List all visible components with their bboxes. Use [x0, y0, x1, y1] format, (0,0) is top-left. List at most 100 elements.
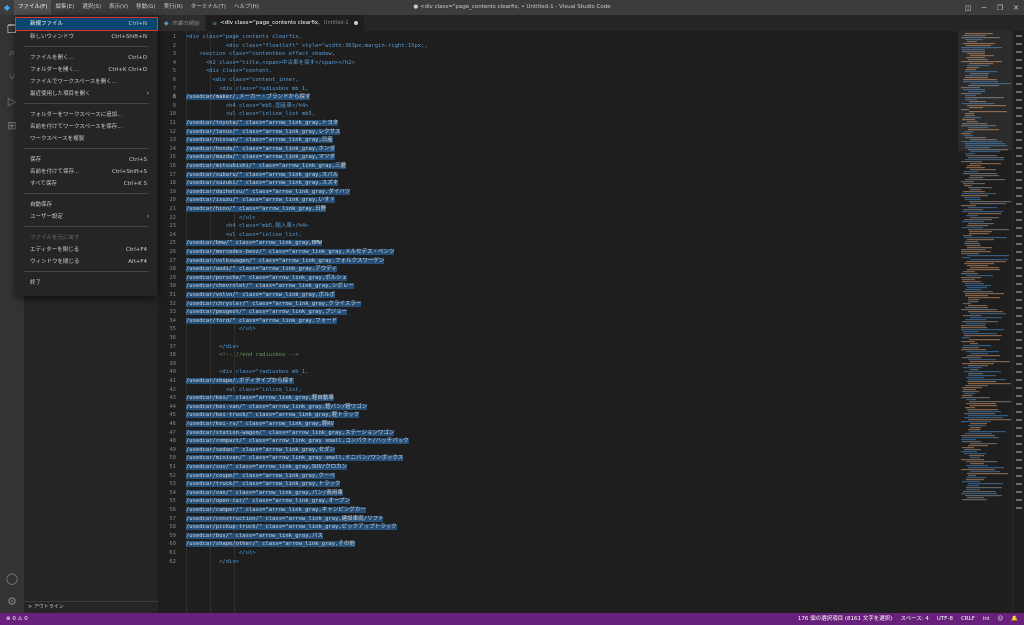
code-line[interactable]: </div> — [186, 343, 239, 352]
outline-section-header[interactable]: > アウトライン — [24, 601, 158, 613]
code-line[interactable]: /usedcar/ford/" class="arrow_link_gray,フ… — [186, 317, 338, 326]
code-line[interactable]: /usedcar/bmw/" class="arrow_link_gray,BM… — [186, 239, 322, 248]
code-line[interactable]: <h2 class="title,<span>中古車を探す</span></h2… — [186, 59, 355, 68]
code-line[interactable]: /usedcar/truck/" class="arrow_link_gray,… — [186, 480, 341, 489]
menu-item-close-window[interactable]: ウィンドウを閉じる Alt+F4 — [16, 256, 157, 268]
code-line[interactable]: /usedcar/construction/" class="arrow_lin… — [186, 515, 384, 524]
menu-item-close-editor[interactable]: エディターを閉じる Ctrl+F4 — [16, 244, 157, 256]
code-line[interactable]: /usedcar/chevrolet/" class="arrow_link_g… — [186, 282, 354, 291]
menu-item-open-workspace[interactable]: ファイルでワークスペースを開く... — [16, 76, 157, 88]
code-line[interactable]: <div class="radiusbox mb_1, — [186, 85, 308, 94]
line-ending-status[interactable]: CRLF — [961, 613, 975, 625]
menu-item-new-file[interactable]: 新規ファイル Ctrl+N — [15, 17, 158, 31]
code-line[interactable]: <ul class="inline_list mb5, — [186, 110, 315, 119]
code-editor[interactable]: 1 <div class="page_contents clearfix, 2 <d… — [158, 31, 958, 613]
code-line[interactable]: /usedcar/open-car/" class="arrow_link_gr… — [186, 497, 351, 506]
code-line[interactable]: /usedcar/kei-rv/" class="arrow_link_gray… — [186, 420, 334, 429]
code-line[interactable]: /usedcar/shape/other/" class="arrow_link… — [186, 540, 355, 549]
code-line[interactable]: /usedcar/van/" class="arrow_link_gray,バン… — [186, 489, 343, 498]
code-line[interactable]: <!-- //end radiusbox --> — [186, 351, 298, 360]
code-line[interactable]: /usedcar/camper/" class="arrow_link_gray… — [186, 506, 366, 515]
menu-view[interactable]: 表示(V) — [105, 0, 132, 15]
problems-indicator[interactable]: ⊗ 0 ⚠ 0 — [6, 613, 28, 625]
minimize-button[interactable]: ─ — [976, 0, 992, 15]
code-line[interactable]: /usedcar/compact/" class="arrow_link_gra… — [186, 437, 409, 446]
code-line[interactable]: /usedcar/mercedes-benz/" class="arrow_li… — [186, 248, 395, 257]
code-line[interactable]: /usedcar/isuzu/" class="arrow_link_gray,… — [186, 196, 335, 205]
code-line[interactable]: <div class="radiusbox mb_1, — [186, 368, 308, 377]
account-icon[interactable]: ◯ — [0, 566, 24, 590]
menu-item-new-window[interactable]: 新しいウィンドウ Ctrl+Shift+N — [16, 31, 157, 43]
code-line[interactable]: </ul> — [186, 214, 256, 223]
code-line[interactable]: /usedcar/suv/" class="arrow_link_gray,SU… — [186, 463, 348, 472]
menu-go[interactable]: 移動(G) — [132, 0, 160, 15]
menu-file[interactable]: ファイル(F) — [14, 0, 52, 15]
menu-item-add-folder[interactable]: フォルダーをワークスペースに追加... — [16, 109, 157, 121]
minimap[interactable] — [958, 31, 1012, 613]
language-mode-status[interactable]: ini — [983, 613, 990, 625]
menu-run[interactable]: 実行(R) — [160, 0, 187, 15]
code-line[interactable]: <div class="floatleft" style="width:363p… — [186, 42, 428, 51]
selection-count[interactable]: 176 個の選択項目 (8161 文字を選択) — [798, 613, 893, 625]
code-line[interactable]: /usedcar/volvo/" class="arrow_link_gray,… — [186, 291, 335, 300]
code-line[interactable]: /usedcar/honda/" class="arrow_link_gray,… — [186, 145, 335, 154]
code-line[interactable]: /usedcar/bus/" class="arrow_link_gray,バス — [186, 532, 323, 541]
code-line[interactable]: <ul class="inline_list, — [186, 386, 302, 395]
code-line[interactable]: /usedcar/maker/,メーカー・ブランドから探す — [186, 93, 311, 102]
menu-item-save-as[interactable]: 名前を付けて保存... Ctrl+Shift+S — [16, 166, 157, 178]
vertical-scrollbar[interactable] — [1012, 31, 1024, 613]
code-line[interactable]: /usedcar/mitsubishi/" class="arrow_link_… — [186, 162, 347, 171]
code-line[interactable]: <ul class="inline_list, — [186, 231, 302, 240]
code-line[interactable]: /usedcar/kei-van/" class="arrow_link_gra… — [186, 403, 368, 412]
menu-item-duplicate-workspace[interactable]: ワークスペースを複製 — [16, 133, 157, 145]
notifications-bell-icon[interactable]: 🔔 — [1011, 613, 1018, 625]
code-line[interactable]: <h4 class="mb5,輸入車</h4> — [186, 222, 309, 231]
code-line[interactable]: /usedcar/coupe/" class="arrow_link_gray,… — [186, 472, 335, 481]
code-line[interactable]: /usedcar/porsche/" class="arrow_link_gra… — [186, 274, 348, 283]
encoding-status[interactable]: UTF-8 — [937, 613, 953, 625]
code-line[interactable]: /usedcar/toyota/" class="arrow_link_gray… — [186, 119, 339, 128]
code-line[interactable]: </ul> — [186, 549, 256, 558]
restore-button[interactable]: ❐ — [992, 0, 1008, 15]
code-line[interactable]: /usedcar/shape/,ボディタイプから探す — [186, 377, 294, 386]
menu-item-open-folder[interactable]: フォルダーを開く... Ctrl+K Ctrl+O — [16, 64, 157, 76]
code-line[interactable]: /usedcar/pickup-truck/" class="arrow_lin… — [186, 523, 397, 532]
code-line[interactable]: /usedcar/peugeot/" class="arrow_link_gra… — [186, 308, 348, 317]
tab-untitled-1[interactable]: ≡ <div class="page_contents clearfix, Un… — [206, 15, 365, 31]
menu-help[interactable]: ヘルプ(H) — [230, 0, 263, 15]
code-line[interactable]: /usedcar/minivan/" class="arrow_link_gra… — [186, 454, 404, 463]
feedback-icon[interactable]: ☺ — [997, 613, 1003, 625]
menu-selection[interactable]: 選択(S) — [78, 0, 105, 15]
code-line[interactable]: /usedcar/kei/" class="arrow_link_gray,軽自… — [186, 394, 334, 403]
menu-edit[interactable]: 編集(E) — [51, 0, 78, 15]
indentation-status[interactable]: スペース: 4 — [900, 613, 928, 625]
code-line[interactable]: /usedcar/mazda/" class="arrow_link_gray,… — [186, 153, 335, 162]
code-line[interactable]: /usedcar/audi/" class="arrow_link_gray,ア… — [186, 265, 337, 274]
code-line[interactable]: /usedcar/hino/" class="arrow_link_gray,日… — [186, 205, 327, 214]
layout-icon[interactable]: ◫ — [960, 0, 976, 15]
code-line[interactable]: /usedcar/suzuki/" class="arrow_link_gray… — [186, 179, 339, 188]
code-line[interactable]: /usedcar/sedan/" class="arrow_link_gray,… — [186, 446, 335, 455]
code-line[interactable]: <div class="content_inner, — [186, 76, 298, 85]
code-line[interactable]: </div> — [186, 558, 239, 567]
menu-terminal[interactable]: ターミナル(T) — [187, 0, 230, 15]
close-window-button[interactable]: ✕ — [1008, 0, 1024, 15]
code-line[interactable]: /usedcar/chrysler/" class="arrow_link_gr… — [186, 300, 362, 309]
menu-item-auto-save[interactable]: 自動保存 — [16, 199, 157, 211]
menu-item-save-all[interactable]: すべて保存 Ctrl+K S — [16, 178, 157, 190]
menu-item-open-recent[interactable]: 最近使用した項目を開く › — [16, 88, 157, 100]
code-line[interactable]: /usedcar/lexus/" class="arrow_link_gray,… — [186, 128, 341, 137]
menu-item-preferences[interactable]: ユーザー設定 › — [16, 211, 157, 223]
code-line[interactable]: /usedcar/nissan/" class="arrow_link_gray… — [186, 136, 333, 145]
code-line[interactable]: <h4 class="mb5,国産車</h4> — [186, 102, 309, 111]
menu-item-save-workspace-as[interactable]: 名前を付けてワークスペースを保存... — [16, 121, 157, 133]
minimap-viewport[interactable] — [958, 31, 1012, 151]
code-line[interactable]: /usedcar/volkswagen/" class="arrow_link_… — [186, 257, 385, 266]
code-line[interactable]: /usedcar/station-wagon/" class="arrow_li… — [186, 429, 395, 438]
menu-item-save[interactable]: 保存 Ctrl+S — [16, 154, 157, 166]
tab-welcome[interactable]: ◆ 作業の開始 — [158, 15, 207, 31]
code-line[interactable]: </ul> — [186, 325, 256, 334]
unsaved-dot-icon[interactable] — [353, 21, 358, 25]
code-line[interactable]: <div class="page_contents clearfix, — [186, 33, 302, 42]
settings-gear-icon[interactable]: ⚙ — [0, 589, 24, 613]
